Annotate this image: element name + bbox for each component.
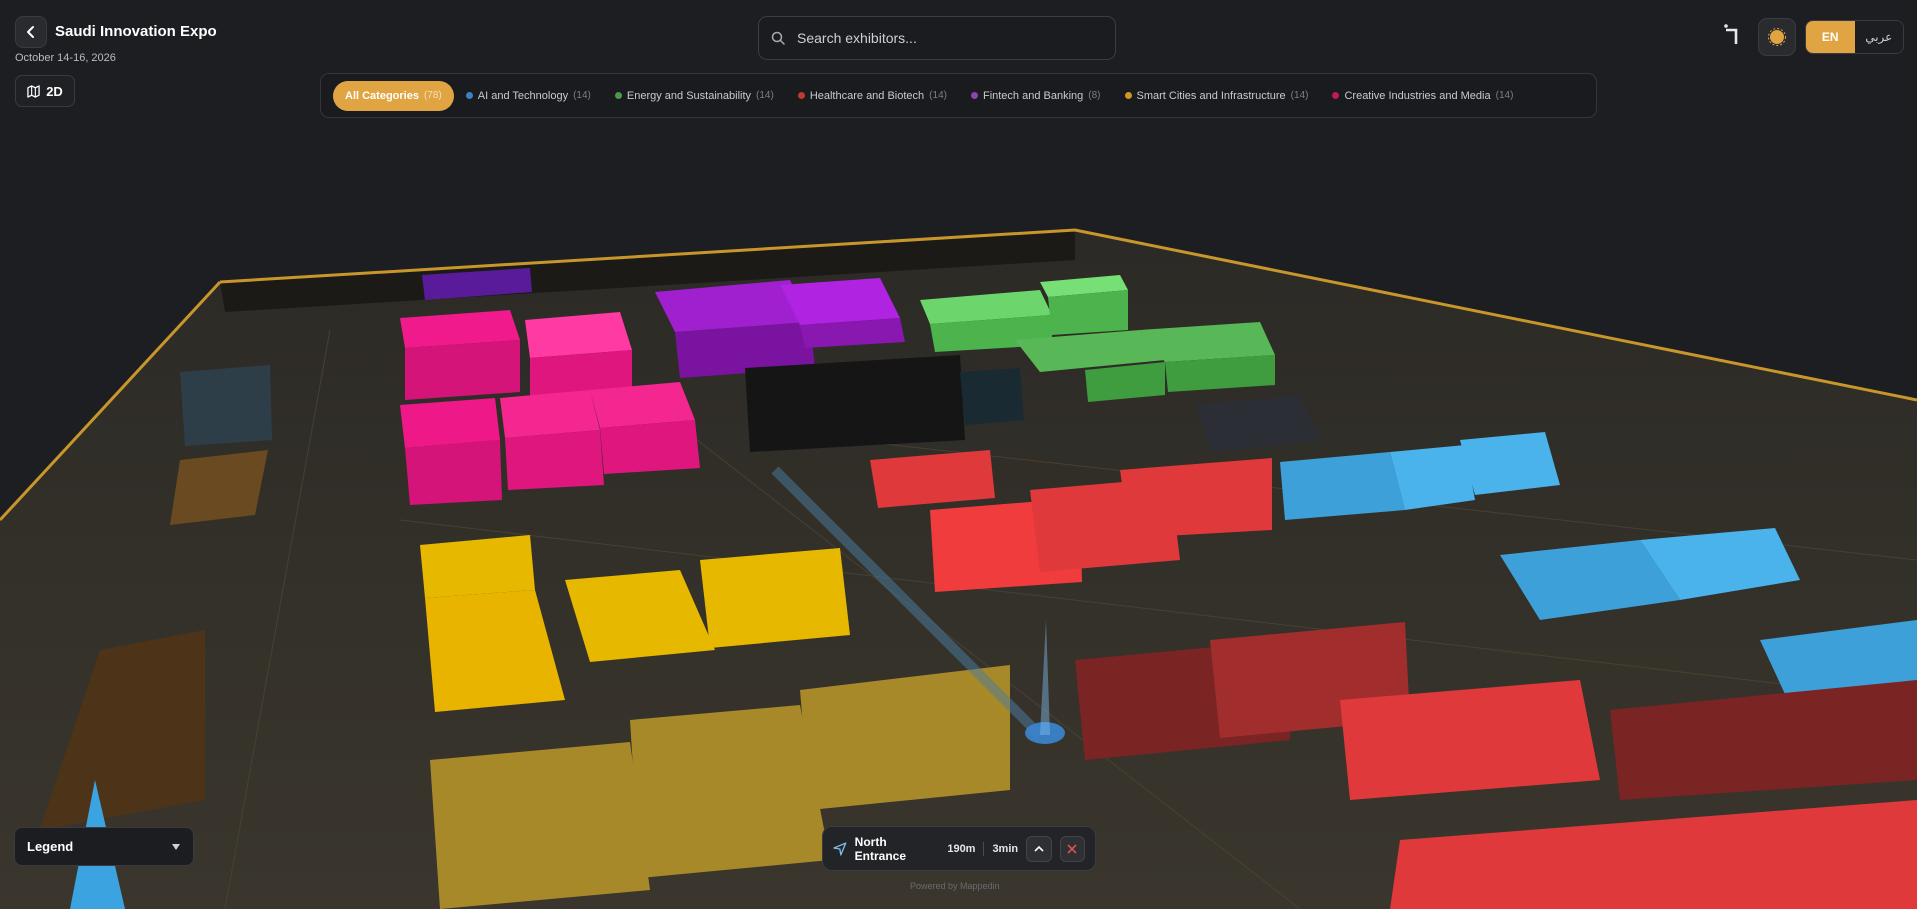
expand-directions-button[interactable]: [1026, 835, 1052, 862]
close-icon: [1067, 843, 1077, 854]
event-title: Saudi Innovation Expo: [55, 23, 217, 40]
navigation-time: 3min: [992, 842, 1019, 855]
category-count: (14): [756, 90, 774, 101]
category-chip-healthcare[interactable]: Healthcare and Biotech (14): [786, 81, 959, 111]
category-count: (14): [1495, 90, 1514, 101]
view-toggle-button[interactable]: 2D: [15, 75, 75, 107]
category-chip-ai[interactable]: AI and Technology (14): [454, 81, 603, 111]
category-label: Creative Industries and Media: [1344, 89, 1491, 102]
category-color-dot: [465, 92, 473, 99]
language-en-button[interactable]: EN: [1806, 21, 1855, 53]
divider: [983, 841, 985, 856]
close-navigation-button[interactable]: [1059, 835, 1085, 862]
search-box[interactable]: [758, 16, 1116, 60]
category-color-dot: [614, 92, 622, 99]
search-input[interactable]: [795, 29, 1089, 47]
category-count: (8): [1088, 90, 1101, 101]
category-chip-all[interactable]: All Categories (78): [333, 80, 454, 111]
category-chip-smart-cities[interactable]: Smart Cities and Infrastructure (14): [1113, 81, 1321, 111]
navigation-icon: [833, 841, 847, 856]
category-count: (78): [423, 90, 442, 101]
category-label: Fintech and Banking: [982, 89, 1084, 102]
map-icon: [27, 84, 40, 98]
powered-by-text: Powered by Mappedin: [910, 881, 1000, 891]
view-toggle-label: 2D: [46, 83, 63, 99]
category-count: (14): [1290, 90, 1309, 101]
category-count: (14): [929, 90, 947, 101]
navigation-distance: 190m: [947, 842, 976, 855]
category-count: (14): [573, 90, 591, 101]
logo-icon: [1722, 24, 1744, 52]
category-filter-bar: All Categories (78) AI and Technology (1…: [320, 73, 1597, 118]
category-color-dot: [970, 92, 978, 99]
language-switcher: EN عربي: [1805, 20, 1904, 54]
chevron-up-icon: [1034, 845, 1044, 852]
back-arrow-icon: [27, 26, 34, 38]
category-chip-energy[interactable]: Energy and Sustainability (14): [603, 81, 786, 111]
sun-icon: [1768, 28, 1786, 46]
legend-label: Legend: [27, 839, 74, 854]
navigation-bar: North Entrance 190m 3min: [822, 826, 1096, 871]
back-button[interactable]: [15, 16, 47, 48]
category-label: AI and Technology: [477, 89, 569, 102]
event-date: October 14-16, 2026: [15, 52, 116, 64]
navigation-destination: North Entrance: [854, 834, 907, 863]
category-chip-fintech[interactable]: Fintech and Banking (8): [959, 81, 1113, 111]
category-label: Smart Cities and Infrastructure: [1136, 89, 1286, 102]
category-label: Healthcare and Biotech: [809, 89, 925, 102]
category-label: Energy and Sustainability: [626, 89, 752, 102]
floor-map-scene[interactable]: [0, 0, 1917, 909]
category-color-dot: [797, 92, 805, 99]
category-chip-creative[interactable]: Creative Industries and Media (14): [1320, 81, 1525, 111]
category-color-dot: [1332, 92, 1340, 99]
legend-dropdown[interactable]: Legend: [14, 827, 194, 866]
search-icon: [771, 31, 785, 45]
theme-toggle-button[interactable]: [1758, 18, 1796, 56]
category-label: All Categories: [345, 89, 419, 102]
category-color-dot: [1124, 92, 1132, 99]
language-ar-button[interactable]: عربي: [1855, 21, 1904, 53]
chevron-down-icon: [172, 843, 180, 850]
